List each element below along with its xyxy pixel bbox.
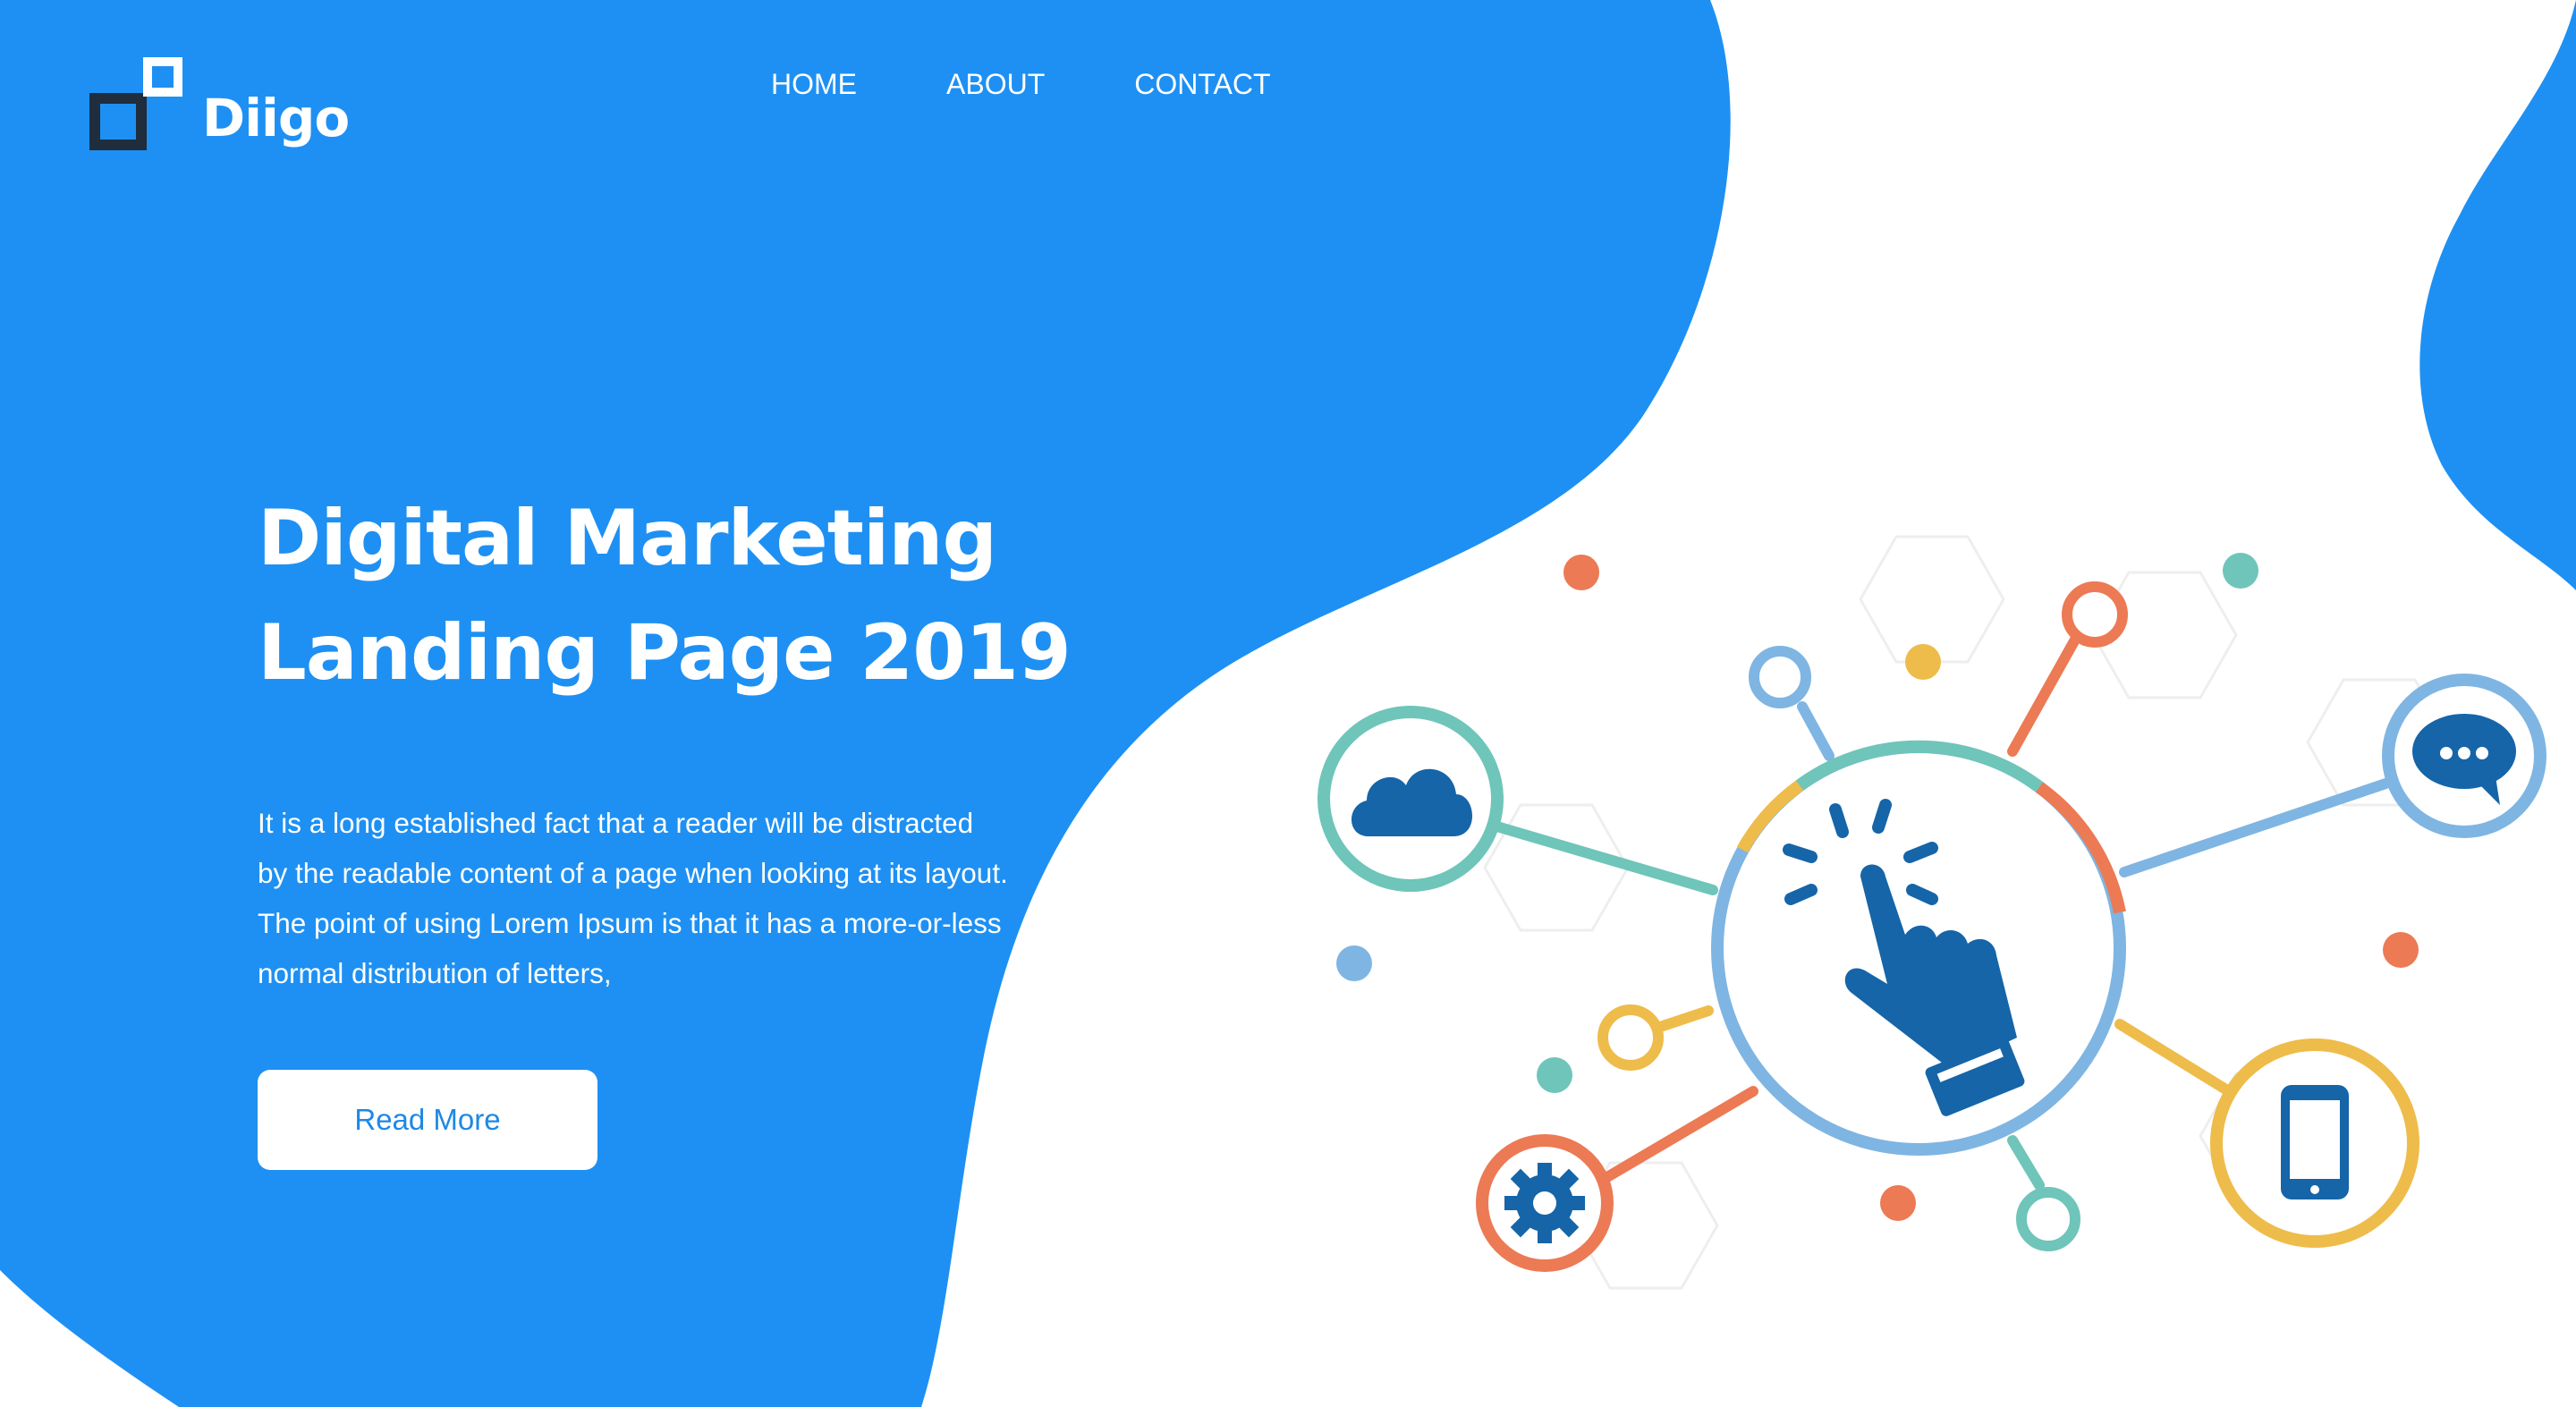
nav-contact[interactable]: CONTACT — [1134, 68, 1270, 101]
gear-icon — [1504, 1163, 1585, 1243]
hero-title-line-2: Landing Page 2019 — [258, 608, 1072, 698]
chat-node — [2382, 674, 2546, 838]
hero-description: It is a long established fact that a rea… — [258, 807, 1008, 989]
brand-logo[interactable]: Diigo — [89, 52, 350, 152]
gear-node — [1476, 1134, 1614, 1272]
main-nav: HOME ABOUT CONTACT — [771, 68, 1271, 101]
nav-about[interactable]: ABOUT — [946, 68, 1045, 101]
mobile-phone-icon — [2281, 1085, 2349, 1199]
nav-home[interactable]: HOME — [771, 68, 857, 101]
network-illustration — [1318, 535, 2546, 1290]
hero-title-line-1: Digital Marketing — [258, 494, 997, 583]
hero-title: Digital Marketing Landing Page 2019 — [258, 481, 1072, 710]
read-more-button[interactable]: Read More — [258, 1070, 597, 1170]
brand-name: Diigo — [202, 88, 350, 148]
cloud-node — [1318, 706, 1504, 892]
phone-node — [2210, 1038, 2419, 1248]
logo-mark-icon — [89, 57, 182, 150]
